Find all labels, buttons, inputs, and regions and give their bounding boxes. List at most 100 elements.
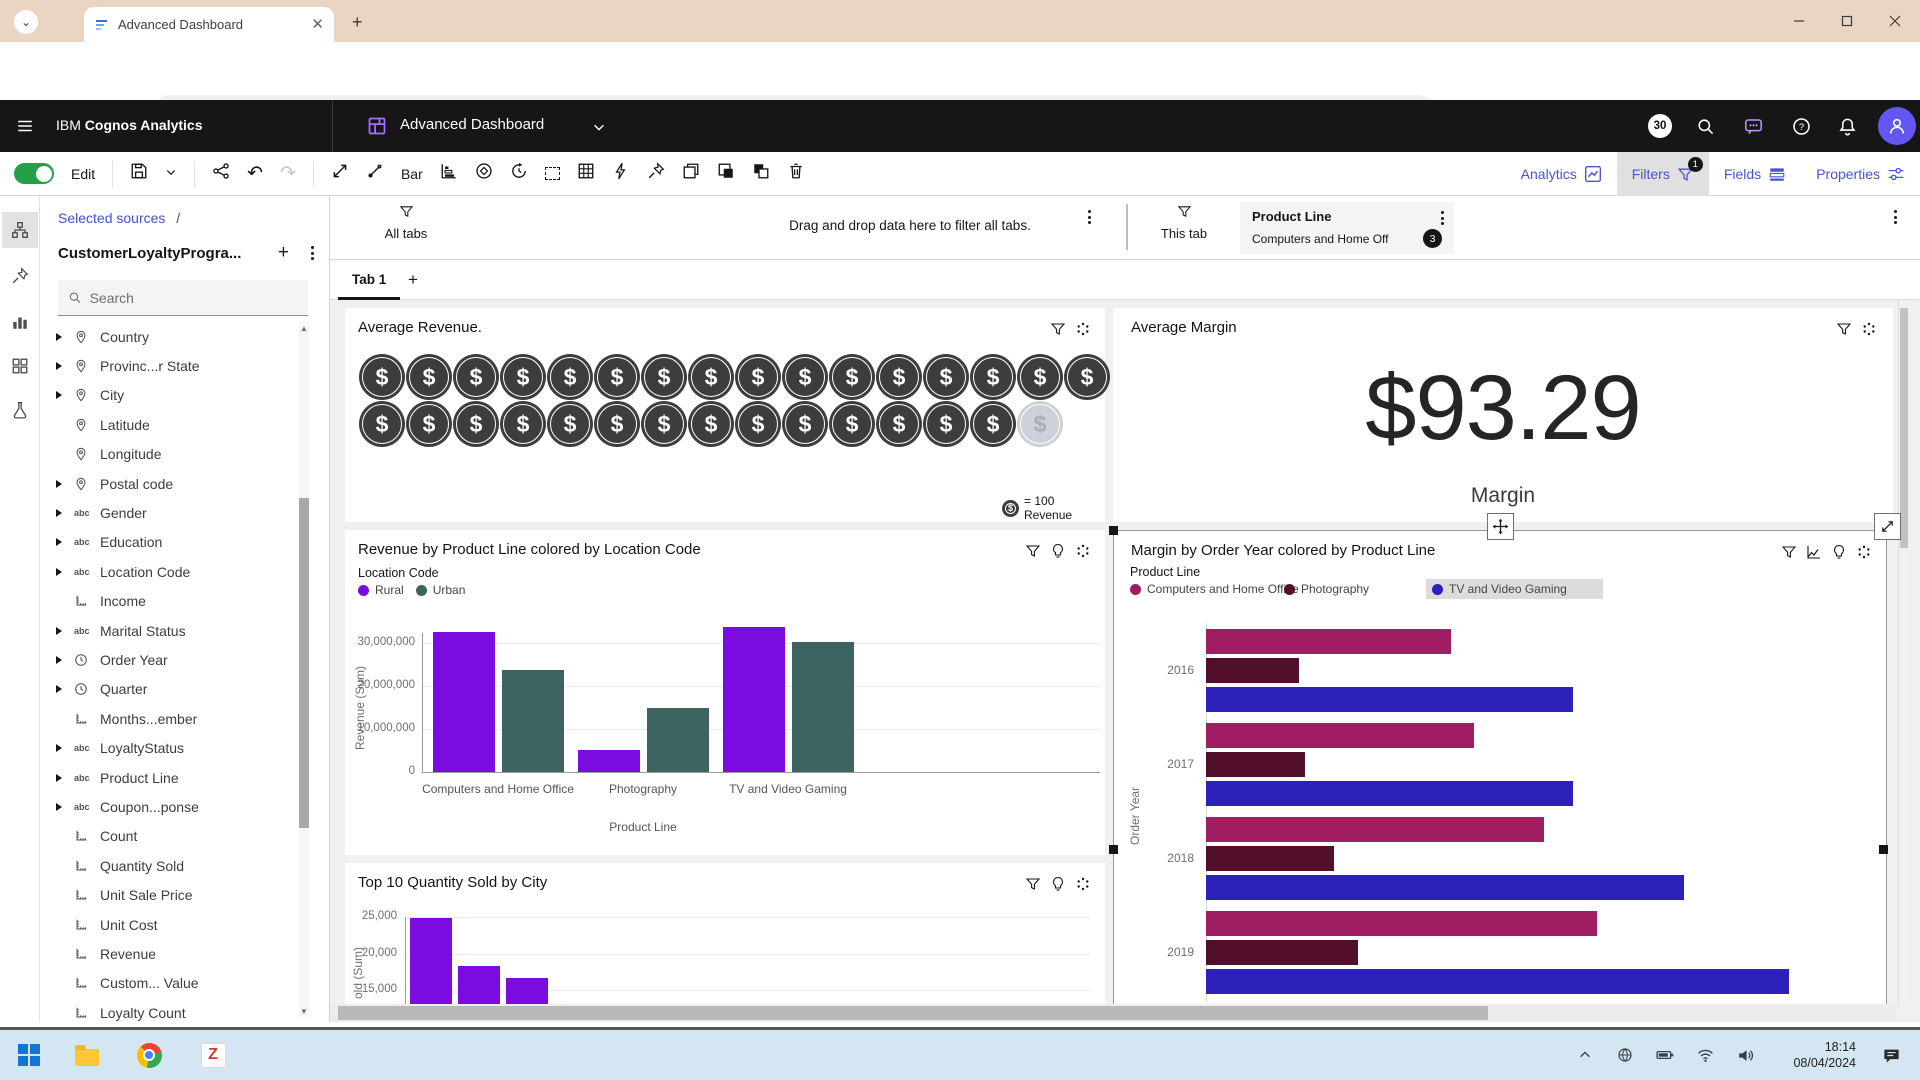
bell-icon[interactable]: [1834, 113, 1860, 139]
properties-button[interactable]: Properties: [1801, 152, 1920, 196]
start-button[interactable]: [16, 1042, 42, 1068]
tray-globe-icon[interactable]: [1612, 1042, 1638, 1068]
field-item[interactable]: Country: [40, 322, 296, 351]
scrollbar-thumb[interactable]: [338, 1006, 1488, 1020]
coin-datapoint[interactable]: $: [688, 354, 734, 400]
undo-icon[interactable]: ↶: [247, 162, 263, 185]
selected-sources-link[interactable]: Selected sources: [58, 210, 165, 226]
trash-icon[interactable]: [787, 162, 805, 185]
duplicate-outline-icon[interactable]: [682, 162, 700, 185]
source-name[interactable]: CustomerLoyaltyProgra...: [58, 245, 278, 262]
widget-top10-quantity[interactable]: Top 10 Quantity Sold by City 25,00020,00…: [345, 863, 1105, 1026]
filter-chip-kebab-icon[interactable]: [1441, 211, 1444, 225]
coin-datapoint[interactable]: $: [359, 354, 405, 400]
coin-datapoint[interactable]: $: [1017, 401, 1063, 447]
bar-Rural[interactable]: [433, 632, 495, 772]
coin-datapoint[interactable]: $: [923, 354, 969, 400]
scroll-up-icon[interactable]: ▲: [300, 324, 308, 333]
chevron-right-icon[interactable]: [56, 656, 74, 664]
coin-datapoint[interactable]: $: [782, 354, 828, 400]
select-pointer-icon[interactable]: [366, 162, 384, 185]
field-item[interactable]: abcProduct Line: [40, 763, 296, 792]
sidebar-scrollbar[interactable]: ▲ ▼: [299, 322, 309, 1018]
coin-datapoint[interactable]: $: [1017, 354, 1063, 400]
selection-handle-right-mid[interactable]: [1879, 845, 1888, 854]
field-item[interactable]: Quarter: [40, 675, 296, 704]
coin-datapoint[interactable]: $: [970, 401, 1016, 447]
data-sources-icon[interactable]: [2, 212, 38, 248]
chevron-right-icon[interactable]: [56, 685, 74, 693]
compass-widget-icon[interactable]: [475, 162, 493, 185]
coin-datapoint[interactable]: $: [594, 354, 640, 400]
help-icon[interactable]: ?: [1788, 113, 1814, 139]
widget-average-revenue[interactable]: Average Revenue. $$$$$$$$$$$$$$$$$$$$$$$…: [345, 308, 1105, 522]
selection-handle-left-mid[interactable]: [1109, 845, 1118, 854]
coin-datapoint[interactable]: $: [406, 401, 452, 447]
field-item[interactable]: Postal code: [40, 469, 296, 498]
sidebar-scrollbar-thumb[interactable]: [299, 498, 309, 828]
save-chevron-icon[interactable]: [165, 165, 177, 183]
selection-area-icon[interactable]: [545, 167, 560, 180]
field-item[interactable]: Order Year: [40, 645, 296, 674]
bar-Urban[interactable]: [502, 670, 564, 772]
add-tab-button[interactable]: +: [408, 270, 418, 290]
field-item[interactable]: abcMarital Status: [40, 616, 296, 645]
coin-datapoint[interactable]: $: [453, 401, 499, 447]
scroll-down-icon[interactable]: ▼: [300, 1007, 308, 1016]
chevron-right-icon[interactable]: [56, 509, 74, 517]
coin-datapoint[interactable]: $: [970, 354, 1016, 400]
coin-datapoint[interactable]: $: [829, 354, 875, 400]
chevron-right-icon[interactable]: [56, 391, 74, 399]
chevron-right-icon[interactable]: [56, 480, 74, 488]
coin-datapoint[interactable]: $: [688, 401, 734, 447]
coin-datapoint[interactable]: $: [876, 354, 922, 400]
field-item[interactable]: abcCoupon...ponse: [40, 792, 296, 821]
edit-toggle[interactable]: [14, 163, 54, 184]
field-item[interactable]: Longitude: [40, 440, 296, 469]
coin-datapoint[interactable]: $: [547, 401, 593, 447]
tray-chevron-up-icon[interactable]: [1572, 1042, 1598, 1068]
dashboard-title-chevron-icon[interactable]: [586, 114, 612, 140]
chrome-icon[interactable]: [136, 1042, 162, 1068]
bar-TV and Video Gaming[interactable]: [1206, 687, 1573, 712]
funnel-icon[interactable]: [1050, 321, 1066, 337]
bring-forward-icon[interactable]: [717, 162, 735, 185]
canvas-vertical-scrollbar[interactable]: [1898, 300, 1908, 1004]
actions-lightning-icon[interactable]: [612, 162, 630, 185]
field-item[interactable]: abcLocation Code: [40, 557, 296, 586]
browser-tab[interactable]: Advanced Dashboard ✕: [84, 7, 334, 42]
bar-Photography[interactable]: [1206, 752, 1305, 777]
tray-battery-icon[interactable]: [1652, 1042, 1678, 1068]
bar-TV and Video Gaming[interactable]: [1206, 781, 1573, 806]
field-item[interactable]: Revenue: [40, 939, 296, 968]
widgets-icon[interactable]: [2, 348, 38, 384]
widget-average-margin[interactable]: Average Margin $93.29 Margin: [1113, 308, 1893, 522]
file-explorer-icon[interactable]: [74, 1042, 100, 1068]
chevron-right-icon[interactable]: [56, 333, 74, 341]
field-item[interactable]: City: [40, 381, 296, 410]
user-avatar[interactable]: [1878, 107, 1916, 145]
window-minimize-button[interactable]: [1776, 0, 1822, 42]
bar-TV and Video Gaming[interactable]: [1206, 969, 1789, 994]
send-backward-icon[interactable]: [752, 162, 770, 185]
field-item[interactable]: Provinc...r State: [40, 351, 296, 380]
coin-datapoint[interactable]: $: [359, 401, 405, 447]
fields-button[interactable]: Fields: [1709, 152, 1801, 196]
bar-Rural[interactable]: [723, 627, 785, 772]
coin-datapoint[interactable]: $: [876, 401, 922, 447]
chevron-right-icon[interactable]: [56, 774, 74, 782]
explore-dots-icon[interactable]: [1075, 321, 1091, 337]
expand-icon[interactable]: [331, 162, 349, 185]
search-icon[interactable]: [1692, 113, 1718, 139]
z-app-icon[interactable]: Z: [200, 1042, 226, 1068]
bar-Rural[interactable]: [578, 750, 640, 772]
coin-datapoint[interactable]: $: [641, 354, 687, 400]
field-item[interactable]: Latitude: [40, 410, 296, 439]
chevron-right-icon[interactable]: [56, 362, 74, 370]
window-maximize-button[interactable]: [1824, 0, 1870, 42]
bar-Urban[interactable]: [792, 642, 854, 772]
pins-icon[interactable]: [2, 258, 38, 294]
bar-Computers and Home Office[interactable]: [1206, 817, 1544, 842]
filter-section-divider[interactable]: [1126, 204, 1128, 250]
field-item[interactable]: Unit Cost: [40, 910, 296, 939]
